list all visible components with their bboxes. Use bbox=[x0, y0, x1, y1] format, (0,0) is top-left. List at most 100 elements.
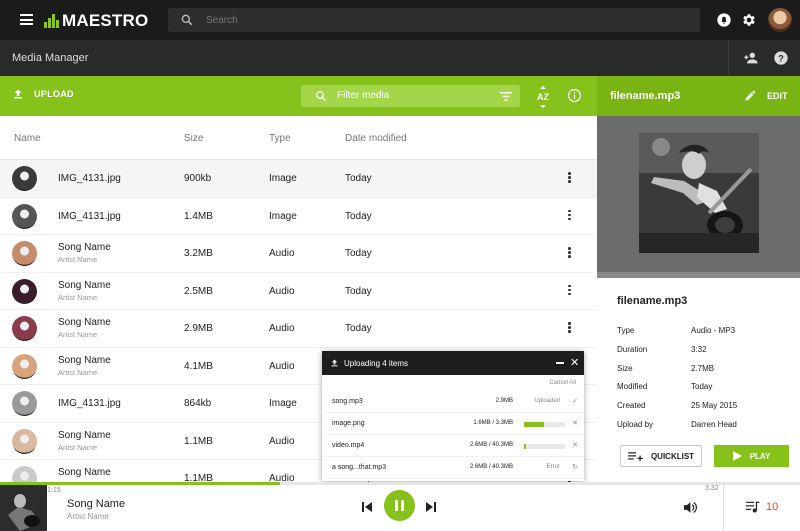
upload-dialog-title: Uploading 4 items bbox=[344, 359, 409, 368]
search-input[interactable] bbox=[206, 11, 686, 29]
row-size: 2.5MB bbox=[184, 285, 213, 297]
upload-status: Error bbox=[546, 464, 560, 470]
column-size[interactable]: Size bbox=[184, 133, 203, 144]
logo-text: MAESTRO bbox=[62, 11, 149, 30]
detail-filename: filename.mp3 bbox=[617, 295, 688, 307]
divider bbox=[728, 40, 729, 76]
divider bbox=[597, 272, 800, 278]
edit-button[interactable]: EDIT bbox=[744, 89, 788, 102]
row-type: Image bbox=[269, 173, 297, 184]
row-type: Image bbox=[269, 210, 297, 222]
info-icon[interactable] bbox=[567, 88, 582, 103]
row-size: 3.2MB bbox=[184, 248, 213, 259]
minimize-icon[interactable] bbox=[556, 362, 564, 364]
row-artist: Artist Name bbox=[58, 330, 98, 339]
more-options-icon[interactable] bbox=[568, 322, 572, 334]
menu-icon[interactable] bbox=[20, 14, 33, 25]
sort-label: AZ bbox=[537, 92, 549, 102]
row-date: Today bbox=[345, 173, 372, 184]
upload-action-icon[interactable]: ↻ bbox=[572, 463, 578, 471]
column-date-modified[interactable]: Date modified bbox=[345, 133, 407, 144]
table-row[interactable]: IMG_4131.jpg 1.4MB Image Today bbox=[0, 198, 597, 235]
row-date: Today bbox=[345, 323, 372, 334]
table-row[interactable]: Song Name Artist Name 2.9MB Audio Today bbox=[0, 310, 597, 348]
add-user-icon[interactable] bbox=[743, 50, 759, 66]
more-options-icon[interactable] bbox=[568, 172, 572, 184]
row-name: IMG_4131.jpg bbox=[58, 398, 121, 409]
row-size: 4.1MB bbox=[184, 360, 213, 372]
row-type: Audio bbox=[269, 285, 295, 297]
filter-list-icon[interactable] bbox=[500, 92, 512, 101]
upload-action-icon[interactable]: ✕ bbox=[572, 441, 578, 449]
column-type[interactable]: Type bbox=[269, 133, 291, 144]
row-name: IMG_4131.jpg bbox=[58, 173, 121, 184]
detail-value: Audio - MP3 bbox=[691, 326, 736, 335]
upload-progress-fill bbox=[524, 422, 544, 427]
top-bar: MAESTRO bbox=[0, 0, 800, 40]
now-playing-artwork[interactable] bbox=[0, 485, 47, 531]
detail-key: Duration bbox=[617, 344, 648, 354]
upload-action-icon[interactable]: ✕ bbox=[572, 419, 578, 427]
quicklist-button[interactable]: QUICKLIST bbox=[620, 445, 702, 467]
detail-value: 2.7MB bbox=[691, 363, 715, 373]
row-thumbnail bbox=[12, 166, 37, 191]
row-type: Audio bbox=[269, 323, 295, 334]
notifications-icon[interactable] bbox=[716, 12, 732, 28]
column-name[interactable]: Name bbox=[14, 133, 41, 144]
row-name: Song Name bbox=[58, 242, 111, 253]
upload-icon bbox=[331, 359, 338, 367]
row-type: Image bbox=[269, 398, 297, 409]
table-row[interactable]: Song Name Artist Name 3.2MB Audio Today bbox=[0, 235, 597, 273]
row-size: 2.9MB bbox=[184, 323, 213, 334]
logo-bars-icon bbox=[44, 14, 60, 28]
upload-icon bbox=[14, 89, 22, 99]
page-title: Media Manager bbox=[12, 52, 89, 64]
table-row[interactable]: IMG_4131.jpg 900kb Image Today bbox=[0, 160, 597, 198]
row-name: IMG_4131.jpg bbox=[58, 210, 121, 222]
row-size: 900kb bbox=[184, 173, 212, 184]
row-thumbnail bbox=[12, 316, 37, 341]
more-options-icon[interactable] bbox=[568, 284, 572, 297]
row-date: Today bbox=[345, 248, 372, 259]
sort-az-button[interactable]: AZ bbox=[537, 86, 549, 108]
upload-size: 2.6MB / 40.3MB bbox=[469, 442, 513, 448]
filter-media-input[interactable]: Filter media bbox=[301, 85, 520, 107]
now-playing-photo bbox=[0, 485, 47, 531]
help-icon[interactable]: ? bbox=[773, 50, 789, 66]
quicklist-label: QUICKLIST bbox=[650, 451, 695, 461]
row-thumbnail bbox=[12, 428, 37, 454]
upload-action-icon[interactable]: ✓ bbox=[572, 397, 578, 405]
play-button[interactable]: PLAY bbox=[714, 445, 789, 467]
cancel-all-button[interactable]: Cancel All bbox=[549, 380, 576, 386]
skip-previous-icon[interactable] bbox=[362, 502, 372, 512]
app-logo[interactable]: MAESTRO bbox=[44, 11, 148, 31]
upload-progress-fill bbox=[524, 444, 527, 449]
upload-button[interactable]: UPLOAD bbox=[12, 88, 74, 100]
detail-value: 3:32 bbox=[691, 344, 707, 354]
pause-button[interactable] bbox=[384, 490, 415, 521]
more-options-icon[interactable] bbox=[568, 247, 572, 259]
upload-progress-bar bbox=[524, 444, 565, 449]
skip-next-icon[interactable] bbox=[426, 502, 436, 512]
close-icon[interactable]: ✕ bbox=[570, 356, 579, 369]
upload-filename: a song...that.mp3 bbox=[332, 464, 387, 471]
user-avatar[interactable] bbox=[768, 8, 792, 32]
row-name: Song Name bbox=[58, 429, 111, 441]
volume-icon[interactable] bbox=[684, 501, 698, 514]
play-label: PLAY bbox=[749, 451, 771, 461]
row-size: 864kb bbox=[184, 398, 212, 409]
settings-gear-icon[interactable] bbox=[741, 12, 757, 28]
upload-item: song.mp3 2.9MB Uploaded ✓ bbox=[322, 391, 584, 413]
row-artist: Artist Name bbox=[58, 255, 98, 264]
queue-music-icon[interactable] bbox=[746, 501, 760, 513]
detail-value: Darren Head bbox=[691, 420, 737, 429]
detail-key: Created bbox=[617, 401, 646, 411]
table-row[interactable]: Song Name Artist Name 2.5MB Audio Today bbox=[0, 273, 597, 310]
row-thumbnail bbox=[12, 278, 37, 304]
upload-status: Uploaded bbox=[534, 398, 560, 404]
detail-key: Upload by bbox=[617, 420, 654, 429]
more-options-icon[interactable] bbox=[568, 209, 572, 222]
row-name: Song Name bbox=[58, 354, 111, 366]
row-artist: Artist Name bbox=[58, 442, 98, 452]
playlist-add-icon bbox=[628, 451, 643, 461]
